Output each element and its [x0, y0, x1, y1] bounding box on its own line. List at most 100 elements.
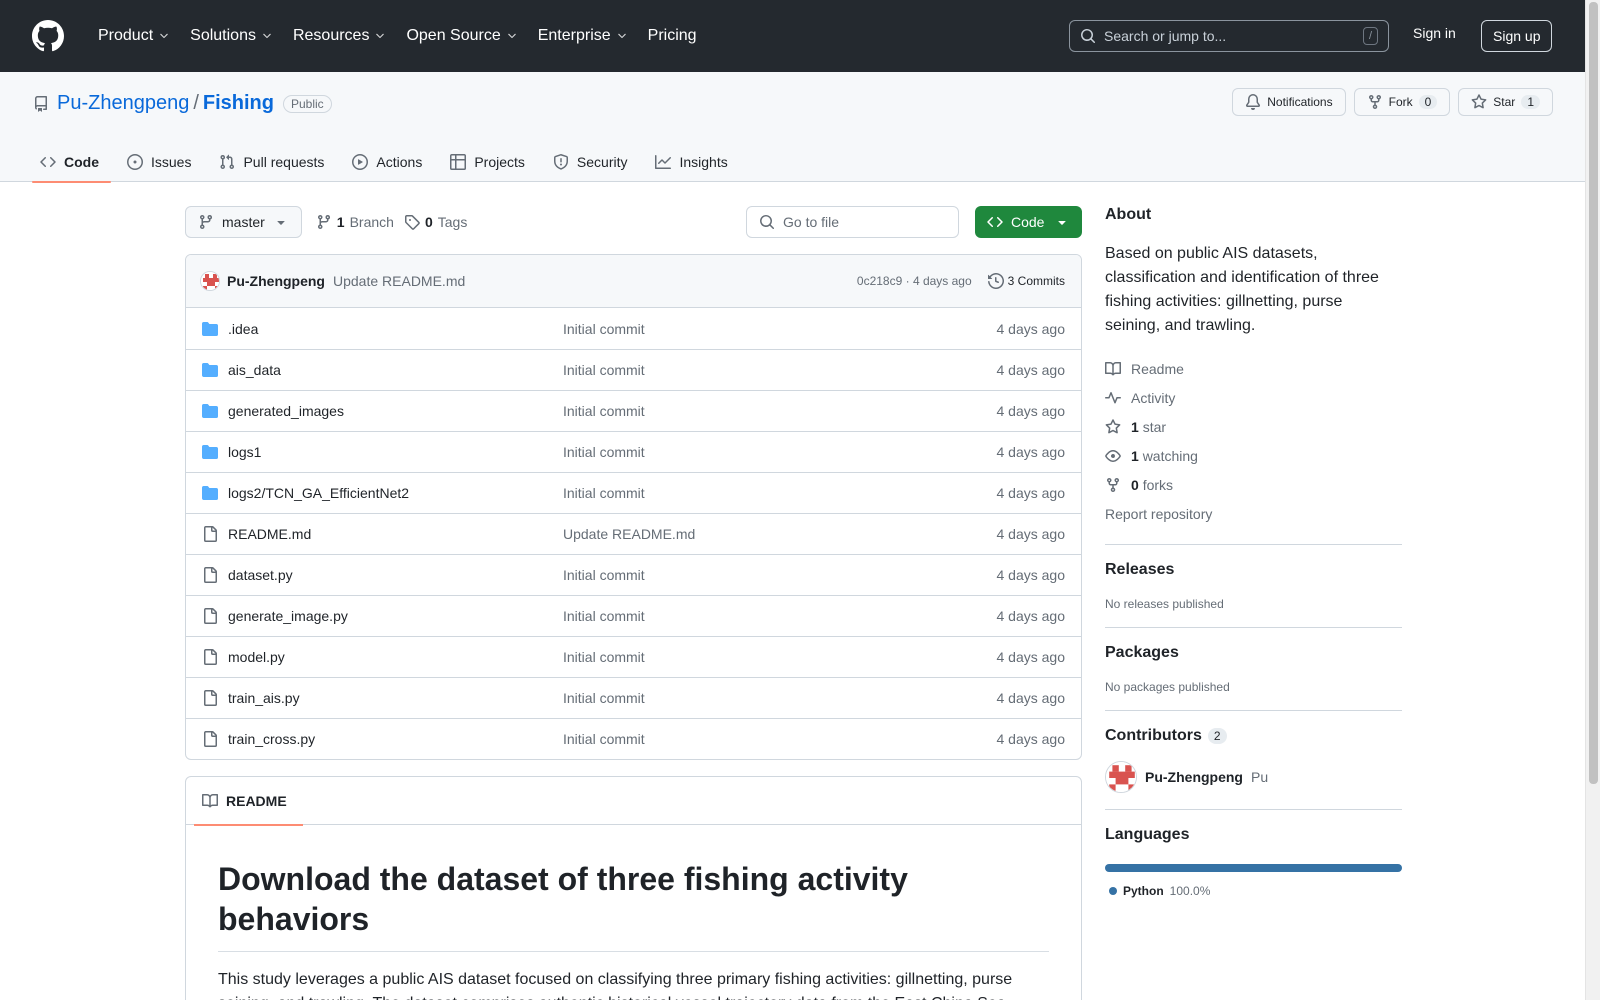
releases-heading[interactable]: Releases — [1105, 561, 1402, 579]
file-row[interactable]: generated_images Initial commit 4 days ago — [186, 390, 1081, 431]
file-row[interactable]: train_ais.py Initial commit 4 days ago — [186, 677, 1081, 718]
tag-count: 0 — [424, 214, 433, 230]
file-commit-message[interactable]: Initial commit — [563, 485, 645, 501]
file-name-link[interactable]: generated_images — [228, 403, 563, 419]
sign-in-link[interactable]: Sign in — [1413, 25, 1456, 41]
file-row[interactable]: generate_image.py Initial commit 4 days ag… — [186, 595, 1081, 636]
file-name-link[interactable]: train_cross.py — [228, 731, 563, 747]
tags-link[interactable]: 0 Tags — [404, 214, 467, 230]
file-commit-message[interactable]: Initial commit — [563, 321, 645, 337]
nav-open-source[interactable]: Open Source — [396, 27, 527, 45]
languages-section: Languages Python 100.0% — [1105, 809, 1402, 898]
file-name-link[interactable]: ais_data — [228, 362, 563, 378]
watching-link[interactable]: 1 watching — [1105, 441, 1402, 470]
file-type-icon — [202, 649, 218, 665]
file-commit-message[interactable]: Initial commit — [563, 608, 645, 624]
file-commit-message[interactable]: Initial commit — [563, 567, 645, 583]
file-row[interactable]: logs1 Initial commit 4 days ago — [186, 431, 1081, 472]
commit-message-link[interactable]: Update README.md — [333, 273, 465, 289]
code-icon — [987, 216, 1003, 228]
nav-pricing[interactable]: Pricing — [638, 27, 707, 45]
nav-label: Product — [98, 27, 154, 44]
git-branch-icon — [317, 215, 330, 230]
nav-enterprise[interactable]: Enterprise — [528, 27, 638, 45]
chevron-down-icon — [507, 33, 516, 39]
star-button[interactable]: Star 1 — [1458, 88, 1553, 116]
file-commit-date: 4 days ago — [996, 526, 1066, 542]
code-dropdown-button[interactable]: Code — [975, 206, 1082, 238]
file-row[interactable]: dataset.py Initial commit 4 days ago — [186, 554, 1081, 595]
notifications-label: Notifications — [1267, 95, 1333, 109]
watching-count: 1 — [1131, 447, 1139, 464]
go-to-file-input[interactable]: Go to file — [746, 206, 959, 238]
contributors-heading[interactable]: Contributors 2 — [1105, 727, 1402, 745]
stars-link[interactable]: 1 star — [1105, 412, 1402, 441]
visibility-badge: Public — [283, 94, 332, 113]
activity-link[interactable]: Activity — [1105, 383, 1402, 412]
tab-label: Pull requests — [243, 154, 325, 170]
github-logo-icon[interactable] — [32, 20, 64, 52]
file-commit-message[interactable]: Initial commit — [563, 403, 645, 419]
repo-sidebar: About Based on public AIS datasets, clas… — [1105, 206, 1402, 898]
tab-projects[interactable]: Projects — [442, 142, 537, 182]
packages-heading[interactable]: Packages — [1105, 644, 1402, 662]
commit-author-link[interactable]: Pu-Zhengpeng — [227, 273, 325, 289]
file-row[interactable]: logs2/TCN_GA_EfficientNet2 Initial commit… — [186, 472, 1081, 513]
triangle-down-icon — [277, 221, 285, 225]
notifications-button[interactable]: Notifications — [1232, 88, 1346, 116]
file-name-link[interactable]: train_ais.py — [228, 690, 563, 706]
repo-owner-link[interactable]: Pu-Zhengpeng — [57, 92, 189, 115]
file-commit-message[interactable]: Initial commit — [563, 731, 645, 747]
report-repository-link[interactable]: Report repository — [1105, 499, 1402, 528]
file-name-link[interactable]: README.md — [228, 526, 563, 542]
file-row[interactable]: ais_data Initial commit 4 days ago — [186, 349, 1081, 390]
nav-resources[interactable]: Resources — [283, 27, 396, 45]
table-icon — [450, 154, 467, 170]
tab-label: Insights — [679, 154, 728, 170]
file-name-link[interactable]: logs1 — [228, 444, 563, 460]
tab-insights[interactable]: Insights — [647, 142, 739, 182]
page-scrollbar[interactable] — [1585, 0, 1600, 1000]
file-name-link[interactable]: .idea — [228, 321, 563, 337]
tab-code[interactable]: Code — [32, 142, 111, 183]
branch-selector[interactable]: master — [185, 206, 302, 238]
avatar[interactable] — [200, 271, 220, 291]
commits-history-link[interactable]: 3 Commits — [987, 273, 1065, 289]
folder-icon — [202, 486, 218, 500]
branches-link[interactable]: 1 Branch — [316, 214, 394, 230]
language-item[interactable]: Python 100.0% — [1105, 884, 1402, 898]
file-commit-message[interactable]: Update README.md — [563, 526, 695, 542]
file-name-link[interactable]: logs2/TCN_GA_EfficientNet2 — [228, 485, 563, 501]
tab-security[interactable]: Security — [545, 142, 640, 182]
file-commit-message[interactable]: Initial commit — [563, 444, 645, 460]
sign-up-button[interactable]: Sign up — [1481, 20, 1553, 52]
scrollbar-thumb[interactable] — [1589, 2, 1598, 784]
history-icon — [987, 273, 1004, 289]
forks-count: 0 — [1131, 476, 1139, 493]
code-icon — [40, 156, 56, 168]
readme-link[interactable]: Readme — [1105, 354, 1402, 383]
forks-link[interactable]: 0 forks — [1105, 470, 1402, 499]
file-row[interactable]: .idea Initial commit 4 days ago — [186, 308, 1081, 349]
file-name-link[interactable]: dataset.py — [228, 567, 563, 583]
tab-issues[interactable]: Issues — [119, 142, 203, 182]
file-commit-message[interactable]: Initial commit — [563, 690, 645, 706]
file-row[interactable]: train_cross.py Initial commit 4 days ago — [186, 718, 1081, 759]
file-row[interactable]: README.md Update README.md 4 days ago — [186, 513, 1081, 554]
file-row[interactable]: model.py Initial commit 4 days ago — [186, 636, 1081, 677]
fork-button[interactable]: Fork 0 — [1353, 88, 1451, 116]
repo-name-link[interactable]: Fishing — [203, 92, 274, 115]
file-commit-message[interactable]: Initial commit — [563, 649, 645, 665]
stars-label: star — [1142, 418, 1167, 435]
contributor-item[interactable]: Pu-Zhengpeng Pu — [1105, 761, 1402, 793]
tab-pull-requests[interactable]: Pull requests — [211, 142, 336, 182]
commit-sha-time[interactable]: 0c218c9 · 4 days ago — [857, 274, 972, 288]
file-name-link[interactable]: model.py — [228, 649, 563, 665]
nav-solutions[interactable]: Solutions — [180, 27, 283, 45]
nav-product[interactable]: Product — [88, 27, 180, 45]
tab-actions[interactable]: Actions — [344, 142, 434, 182]
readme-tab[interactable]: README — [194, 777, 303, 826]
global-search-input[interactable]: Search or jump to... / — [1069, 20, 1389, 52]
file-commit-message[interactable]: Initial commit — [563, 362, 645, 378]
file-name-link[interactable]: generate_image.py — [228, 608, 563, 624]
